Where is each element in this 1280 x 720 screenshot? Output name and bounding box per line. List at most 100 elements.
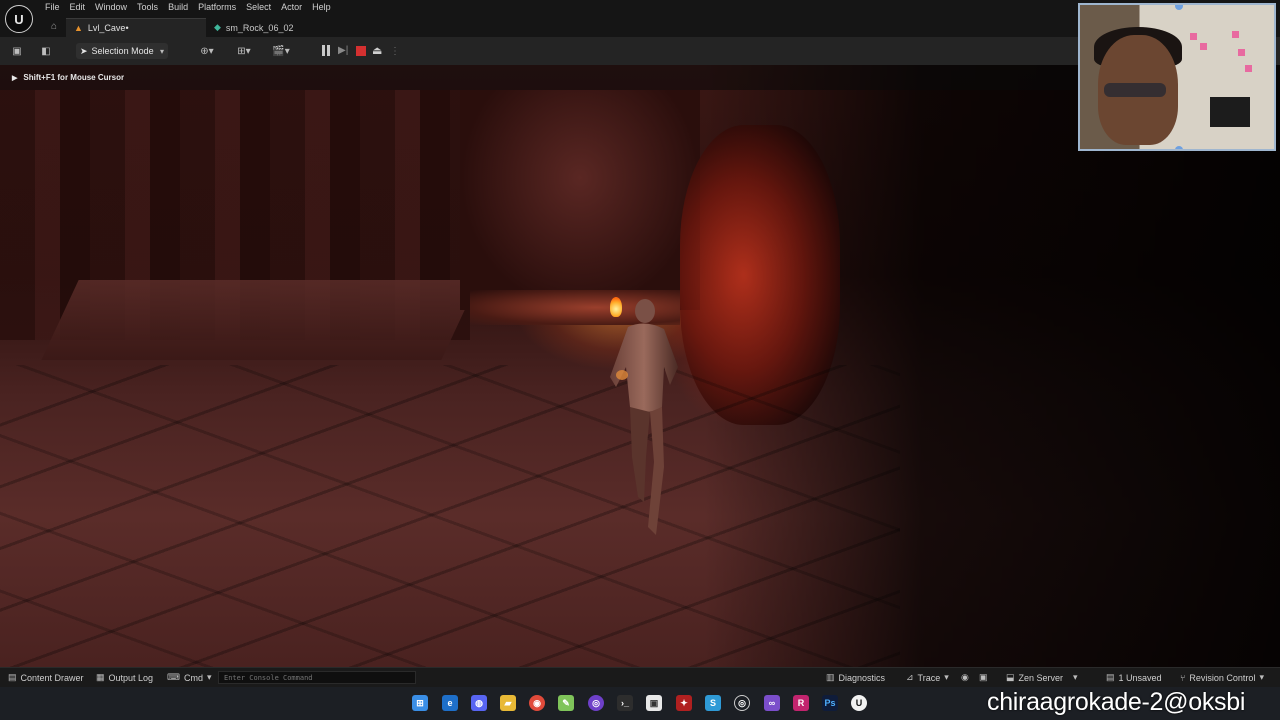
branch-icon: ⑂ bbox=[1180, 672, 1186, 683]
play-controls: ▶| ⏏ ⋮ bbox=[320, 43, 400, 59]
static-mesh-icon: ◆ bbox=[214, 22, 221, 32]
output-log-button[interactable]: ▦ Output Log bbox=[96, 672, 153, 683]
sticky-note bbox=[1245, 65, 1252, 72]
record-button[interactable]: ◉ bbox=[961, 672, 969, 683]
windows-start-icon[interactable]: ⊞ bbox=[412, 695, 428, 711]
content-drawer-label: Content Drawer bbox=[20, 672, 84, 683]
selection-mode-label: Selection Mode bbox=[91, 46, 154, 56]
stone-floor bbox=[0, 365, 900, 667]
mouse-cursor-hint: Shift+F1 for Mouse Cursor bbox=[23, 73, 125, 82]
pause-icon[interactable] bbox=[320, 45, 332, 57]
person-glasses bbox=[1104, 83, 1166, 97]
trace-icon: ⊿ bbox=[906, 672, 914, 682]
webcam-overlay bbox=[1078, 3, 1276, 151]
cinematics-icon[interactable]: 🎬▾ bbox=[268, 43, 294, 59]
visual-studio-icon[interactable]: ∞ bbox=[764, 695, 780, 711]
tab-level-label: Lvl_Cave• bbox=[87, 23, 129, 33]
terminal-icon: ⌨ bbox=[167, 672, 180, 682]
level-icon: ▲ bbox=[74, 23, 83, 33]
chevron-down-icon: ▾ bbox=[944, 672, 949, 682]
cave-rock bbox=[460, 90, 700, 310]
terminal-icon[interactable]: ›_ bbox=[617, 695, 633, 711]
rider-icon[interactable]: R bbox=[793, 695, 809, 711]
zen-server-label: Zen Server bbox=[1018, 672, 1064, 683]
menu-build[interactable]: Build bbox=[168, 2, 196, 12]
menu-platforms[interactable]: Platforms bbox=[198, 2, 244, 12]
chrome-icon[interactable]: ◉ bbox=[529, 695, 545, 711]
zen-server-dropdown[interactable]: ⬓ Zen Server ▾ bbox=[1006, 672, 1078, 683]
tab-static-mesh[interactable]: ◆ sm_Rock_06_02 bbox=[206, 18, 346, 37]
cmd-dropdown[interactable]: ⌨ Cmd ▾ bbox=[167, 672, 212, 683]
blueprint-icon[interactable]: ⊞▾ bbox=[232, 43, 256, 59]
background-monitor bbox=[1210, 97, 1250, 127]
player-character bbox=[610, 299, 678, 535]
sticky-note bbox=[1232, 31, 1239, 38]
content-drawer-button[interactable]: ▤ Content Drawer bbox=[8, 672, 84, 683]
github-icon[interactable]: ◎ bbox=[588, 695, 604, 711]
menu-help[interactable]: Help bbox=[312, 2, 339, 12]
file-explorer-icon[interactable]: ▰ bbox=[500, 695, 516, 711]
edge-icon[interactable]: e bbox=[442, 695, 458, 711]
sticky-note bbox=[1238, 49, 1245, 56]
expand-triangle-icon[interactable]: ▶ bbox=[12, 74, 17, 82]
chevron-down-icon: ▾ bbox=[159, 46, 164, 56]
diagnostics-label: Diagnostics bbox=[838, 672, 886, 683]
sticky-note bbox=[1200, 43, 1207, 50]
unreal-engine-logo-icon[interactable]: U bbox=[5, 5, 33, 33]
game-viewport[interactable] bbox=[0, 65, 1280, 667]
menu-items: File Edit Window Tools Build Platforms S… bbox=[45, 2, 341, 12]
record-icon: ◉ bbox=[961, 672, 969, 682]
photoshop-icon[interactable]: Ps bbox=[822, 695, 838, 711]
stop-icon[interactable] bbox=[356, 46, 366, 56]
save-icon[interactable]: ▣ bbox=[10, 43, 24, 59]
revision-control-dropdown[interactable]: ⑂ Revision Control ▾ bbox=[1180, 672, 1264, 683]
tab-static-mesh-label: sm_Rock_06_02 bbox=[225, 22, 294, 33]
home-icon[interactable]: ⌂ bbox=[48, 21, 60, 33]
resize-handle-icon[interactable] bbox=[1175, 146, 1183, 149]
drawer-icon: ▤ bbox=[8, 672, 17, 682]
chevron-down-icon: ▾ bbox=[207, 672, 212, 682]
cmd-label: Cmd bbox=[184, 672, 204, 683]
camera-icon: ▣ bbox=[979, 672, 988, 682]
chevron-down-icon: ▾ bbox=[1259, 672, 1264, 682]
server-icon: ⬓ bbox=[1006, 672, 1015, 682]
output-log-label: Output Log bbox=[108, 672, 154, 683]
status-bar: ▤ Content Drawer ▦ Output Log ⌨ Cmd ▾ ▥ … bbox=[0, 667, 1280, 687]
menu-select[interactable]: Select bbox=[246, 2, 279, 12]
upi-watermark: chiraagrokade-2@oksbi bbox=[987, 688, 1246, 716]
app-store-icon[interactable]: ▣ bbox=[646, 695, 662, 711]
eject-icon[interactable]: ⏏ bbox=[372, 45, 384, 57]
revision-control-label: Revision Control bbox=[1189, 672, 1256, 683]
menu-edit[interactable]: Edit bbox=[70, 2, 94, 12]
cave-steps bbox=[41, 280, 479, 360]
cursor-icon: ➤ bbox=[80, 45, 88, 56]
screenshot-button[interactable]: ▣ bbox=[979, 672, 988, 683]
diagnostics-icon: ▥ bbox=[826, 672, 835, 682]
unsaved-button[interactable]: ▤ 1 Unsaved bbox=[1106, 672, 1162, 683]
content-browser-icon[interactable]: ◧ bbox=[38, 43, 54, 59]
sticky-note bbox=[1190, 33, 1197, 40]
console-command-input[interactable] bbox=[218, 671, 416, 684]
file-icon: ▤ bbox=[1106, 672, 1115, 682]
unsaved-label: 1 Unsaved bbox=[1118, 672, 1162, 683]
discord-icon[interactable]: ◍ bbox=[471, 695, 487, 711]
selection-mode-dropdown[interactable]: ➤ Selection Mode ▾ bbox=[76, 43, 168, 59]
chevron-down-icon: ▾ bbox=[1073, 672, 1078, 682]
trace-label: Trace bbox=[917, 672, 941, 683]
sourcetree-icon[interactable]: S bbox=[705, 695, 721, 711]
menu-file[interactable]: File bbox=[45, 2, 68, 12]
log-icon: ▦ bbox=[96, 672, 105, 682]
menu-actor[interactable]: Actor bbox=[281, 2, 310, 12]
red-app-icon[interactable]: ✦ bbox=[676, 695, 692, 711]
menu-tools[interactable]: Tools bbox=[137, 2, 166, 12]
unreal-engine-icon[interactable]: U bbox=[851, 695, 867, 711]
menu-window[interactable]: Window bbox=[95, 2, 135, 12]
notepad-plus-icon[interactable]: ✎ bbox=[558, 695, 574, 711]
step-frame-icon[interactable]: ▶| bbox=[338, 45, 350, 57]
add-actor-icon[interactable]: ⊕▾ bbox=[195, 43, 219, 59]
trace-dropdown[interactable]: ⊿ Trace ▾ bbox=[906, 672, 949, 683]
tab-level[interactable]: ▲ Lvl_Cave• bbox=[66, 18, 206, 37]
diagnostics-button[interactable]: ▥ Diagnostics bbox=[826, 672, 885, 683]
more-options-icon[interactable]: ⋮ bbox=[390, 46, 400, 57]
obs-icon[interactable]: ◎ bbox=[734, 695, 750, 711]
